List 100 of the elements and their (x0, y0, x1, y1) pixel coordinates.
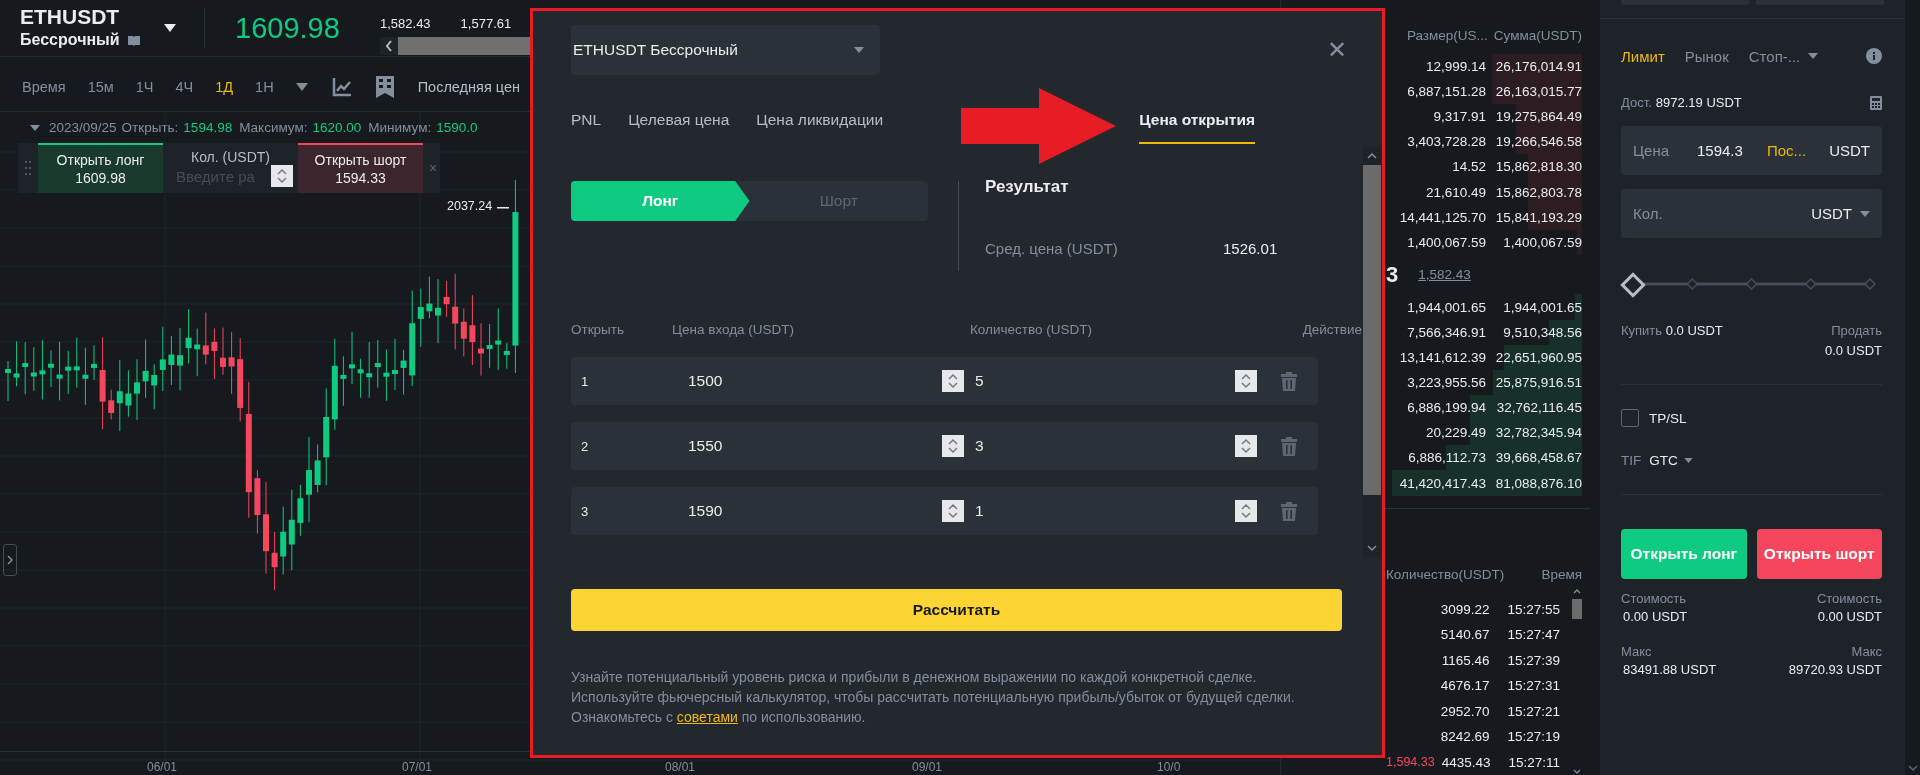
stepper-icon[interactable] (1235, 500, 1257, 522)
book-icon[interactable] (127, 34, 140, 46)
quantity-input[interactable]: 3 (966, 437, 1235, 455)
stepper-icon[interactable] (942, 435, 964, 457)
stepper-icon[interactable] (1235, 370, 1257, 392)
help-text: Узнайте потенциальный уровень риска и прибыли в денежном выражении по каждой конкретной сделке. Используйте фьючерсный калькулятор, чтобы рассчитать потенциальную прибыль/убыток от будущей сделки. Ознакомьтесь с советами по использованию. (571, 668, 1296, 727)
interval-tab[interactable]: 1Д (215, 79, 234, 95)
tips-link[interactable]: советами (676, 709, 738, 725)
stepper-icon[interactable] (942, 500, 964, 522)
price-field[interactable]: Цена 1594.3 Пос... USDT (1621, 126, 1882, 175)
result-value: 1526.01 (1223, 240, 1278, 257)
trash-icon[interactable] (1280, 371, 1297, 391)
quantity-field[interactable]: Кол. USDT (1621, 189, 1882, 238)
order-size: 14,441,125.70 (1399, 209, 1486, 225)
order-size: 6,886,112.73 (1408, 450, 1486, 466)
order-type-tab[interactable]: Стоп-... (1748, 47, 1801, 65)
candle (271, 531, 278, 591)
calculator-tab[interactable]: Целевая цена (628, 111, 730, 142)
trade-amount: 4435.43 (1441, 754, 1491, 770)
mark-price[interactable]: 1,582.43 (1418, 267, 1471, 283)
scrollbar[interactable] (380, 36, 530, 55)
scrollbar-thumb[interactable] (1572, 599, 1582, 620)
order-size: 12,999.14 (1425, 58, 1486, 74)
interval-tab[interactable]: 1Н (255, 79, 274, 95)
calculator-icon[interactable] (1870, 95, 1882, 110)
calculate-button[interactable]: Рассчитать (571, 589, 1342, 631)
interval-tab[interactable]: 15м (87, 79, 114, 95)
column-header: Время (1541, 566, 1582, 584)
interval-tab[interactable]: 1Ч (135, 79, 154, 95)
candle (91, 344, 97, 381)
column-header: Действие (1302, 322, 1362, 339)
stepper-icon[interactable] (1235, 435, 1257, 457)
entry-price-input[interactable]: 1590 (678, 502, 942, 520)
trash-icon[interactable] (1280, 501, 1297, 521)
entry-price-input[interactable]: 1550 (678, 437, 942, 455)
interval-tab[interactable]: 4Ч (175, 79, 194, 95)
expand-tab[interactable] (3, 544, 17, 576)
calculator-tab[interactable]: PNL (571, 111, 602, 142)
available-label: Дост. (1621, 95, 1652, 110)
quantity-input[interactable]: 1 (966, 502, 1235, 520)
axis-label: 07/01 (402, 761, 433, 774)
calculator-tab[interactable]: Цена ликвидации (756, 111, 884, 142)
stepper-icon[interactable] (271, 165, 293, 187)
order-total: 22,651,960.95 (1494, 349, 1582, 365)
order-size: 1,400,067.59 (1407, 234, 1486, 250)
cost-label: Стоимость (1816, 591, 1882, 606)
chevron-down-icon[interactable] (1366, 545, 1378, 553)
trade-amount: 4676.17 (1440, 678, 1490, 694)
close-icon[interactable]: ✕ (1327, 36, 1347, 64)
available-balance: 8972.19 USDT (1655, 95, 1742, 110)
chevron-left-icon[interactable] (385, 39, 393, 52)
order-total: 81,088,876.10 (1494, 475, 1582, 491)
leader-line (497, 207, 509, 209)
chart-line-icon[interactable] (331, 77, 352, 97)
candle (383, 349, 390, 402)
order-size: 13,141,612.39 (1399, 349, 1486, 365)
scrollbar[interactable] (1363, 147, 1381, 557)
open-short-button[interactable]: Открыть шорт 1594.33 (298, 143, 423, 193)
contract-type: Бессрочный (20, 31, 120, 49)
open-short-button[interactable]: Открыть шорт (1756, 529, 1882, 579)
order-type-tab[interactable]: Лимит (1621, 47, 1665, 65)
order-size: 6,887,151.28 (1407, 83, 1486, 99)
caret-icon[interactable] (164, 24, 176, 32)
column-header: Сумма(USDT) (1493, 28, 1582, 45)
candle (443, 280, 450, 318)
entry-price-input[interactable]: 1500 (678, 372, 942, 390)
calculator-tab[interactable]: Цена открытия (1139, 111, 1255, 144)
trash-icon[interactable] (1280, 436, 1297, 456)
axis-label: 09/01 (912, 761, 943, 774)
chevron-up-icon[interactable] (1573, 588, 1581, 595)
ohlc-label: Максимум: (239, 120, 308, 135)
interval-tab[interactable]: Время (22, 79, 66, 95)
candle (134, 358, 140, 421)
chevron-down-icon[interactable] (1907, 765, 1918, 771)
stepper-icon[interactable] (942, 370, 964, 392)
chevron-up-icon[interactable] (1366, 151, 1378, 159)
chevron-down-icon[interactable] (1573, 768, 1581, 775)
symbol-select[interactable]: ETHUSDT Бессрочный (571, 25, 880, 75)
price-type-selector[interactable]: Последняя цен (417, 79, 520, 95)
drag-handle-icon[interactable] (25, 160, 31, 176)
candle (177, 327, 183, 391)
open-long-button[interactable]: Открыть лонг 1609.98 (38, 143, 163, 193)
tif-selector[interactable]: GTC (1649, 453, 1678, 468)
scrollbar[interactable] (1572, 588, 1582, 775)
last-price: 3 (1386, 261, 1399, 288)
building-icon[interactable] (375, 76, 394, 98)
chevron-right-icon[interactable] (7, 555, 13, 565)
order-type-tab[interactable]: Рынок (1684, 47, 1729, 65)
checkbox[interactable] (1621, 409, 1639, 427)
candle (400, 349, 407, 396)
stat-value: 1,577.61 (460, 15, 512, 31)
order-size: 9,317.91 (1433, 109, 1486, 125)
candle (435, 278, 441, 344)
order-total: 15,841,193.29 (1494, 209, 1582, 225)
row-number: 2 (581, 438, 590, 454)
info-icon[interactable] (1866, 48, 1882, 64)
quantity-input[interactable]: 5 (966, 372, 1235, 390)
candle (211, 327, 218, 380)
order-size: 14.52 (1452, 159, 1486, 175)
ohlc-label: Минимум: (368, 120, 432, 135)
